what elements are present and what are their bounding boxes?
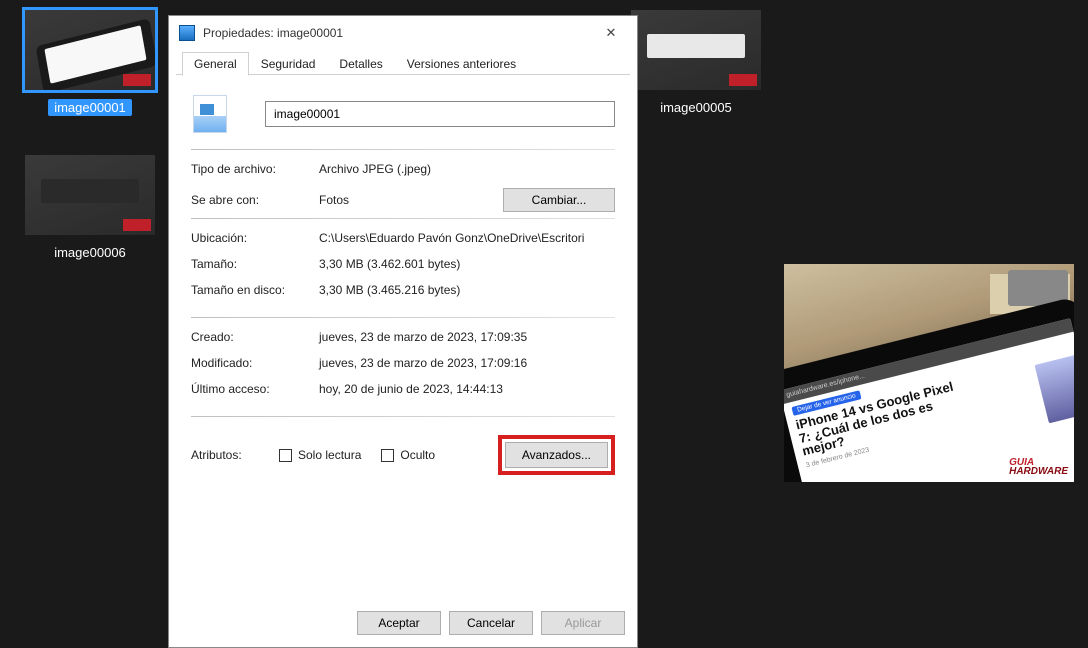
filetype-label: Tipo de archivo: bbox=[191, 162, 319, 176]
checkbox-icon bbox=[381, 449, 394, 462]
filename-input[interactable] bbox=[265, 101, 615, 127]
dialog-footer: Aceptar Cancelar Aplicar bbox=[169, 601, 637, 647]
size-value: 3,30 MB (3.462.601 bytes) bbox=[319, 257, 615, 271]
sizedisk-value: 3,30 MB (3.465.216 bytes) bbox=[319, 283, 615, 297]
thumb-label: image00001 bbox=[48, 99, 132, 116]
file-type-icon bbox=[193, 95, 227, 133]
tab-previous-versions[interactable]: Versiones anteriores bbox=[395, 52, 528, 75]
logo-badge bbox=[123, 219, 151, 231]
accessed-value: hoy, 20 de junio de 2023, 14:44:13 bbox=[319, 382, 615, 396]
separator bbox=[191, 317, 615, 318]
separator bbox=[191, 149, 615, 150]
apply-button[interactable]: Aplicar bbox=[541, 611, 625, 635]
separator bbox=[191, 416, 615, 417]
image-file-icon bbox=[179, 25, 195, 41]
desktop-thumb-image00006[interactable]: image00006 bbox=[20, 155, 160, 260]
separator bbox=[191, 218, 615, 219]
readonly-checkbox[interactable]: Solo lectura bbox=[279, 448, 361, 462]
openswith-value: Fotos bbox=[319, 193, 503, 207]
location-label: Ubicación: bbox=[191, 231, 319, 245]
preview-image: guiahardware.es/iphone... Dejar de ver a… bbox=[784, 264, 1074, 482]
preview-article-image bbox=[1035, 353, 1074, 423]
thumb-image bbox=[631, 10, 761, 90]
created-value: jueves, 23 de marzo de 2023, 17:09:35 bbox=[319, 330, 615, 344]
thumb-label: image00005 bbox=[660, 100, 732, 115]
filetype-value: Archivo JPEG (.jpeg) bbox=[319, 162, 615, 176]
checkbox-icon bbox=[279, 449, 292, 462]
advanced-button[interactable]: Avanzados... bbox=[505, 442, 608, 468]
tab-details[interactable]: Detalles bbox=[327, 52, 394, 75]
size-label: Tamaño: bbox=[191, 257, 319, 271]
tab-general[interactable]: General bbox=[182, 52, 249, 76]
ok-button[interactable]: Aceptar bbox=[357, 611, 441, 635]
logo-badge bbox=[729, 74, 757, 86]
readonly-label: Solo lectura bbox=[298, 448, 361, 462]
desktop-thumb-image00005[interactable]: image00005 bbox=[626, 10, 766, 115]
tab-strip: General Seguridad Detalles Versiones ant… bbox=[169, 50, 637, 75]
hidden-label: Oculto bbox=[400, 448, 435, 462]
cancel-button[interactable]: Cancelar bbox=[449, 611, 533, 635]
thumb-image bbox=[25, 155, 155, 235]
sizedisk-label: Tamaño en disco: bbox=[191, 283, 319, 297]
tab-content: Tipo de archivo: Archivo JPEG (.jpeg) Se… bbox=[169, 75, 637, 601]
attributes-label: Atributos: bbox=[191, 448, 279, 462]
openswith-label: Se abre con: bbox=[191, 193, 319, 207]
modified-label: Modificado: bbox=[191, 356, 319, 370]
hidden-checkbox[interactable]: Oculto bbox=[381, 448, 435, 462]
tab-security[interactable]: Seguridad bbox=[249, 52, 328, 75]
preview-logo-line2: HARDWARE bbox=[1009, 466, 1068, 477]
dialog-title: Propiedades: image00001 bbox=[203, 26, 343, 40]
advanced-highlight: Avanzados... bbox=[498, 435, 615, 475]
thumb-label: image00006 bbox=[54, 245, 126, 260]
preview-logo: GUIA HARDWARE bbox=[1009, 458, 1068, 476]
desktop-thumb-image00001[interactable]: image00001 bbox=[20, 10, 160, 115]
titlebar[interactable]: Propiedades: image00001 ✕ bbox=[169, 16, 637, 50]
accessed-label: Último acceso: bbox=[191, 382, 319, 396]
logo-badge bbox=[123, 74, 151, 86]
modified-value: jueves, 23 de marzo de 2023, 17:09:16 bbox=[319, 356, 615, 370]
properties-dialog: Propiedades: image00001 ✕ General Seguri… bbox=[168, 15, 638, 648]
location-value: C:\Users\Eduardo Pavón Gonz\OneDrive\Esc… bbox=[319, 231, 615, 245]
close-button[interactable]: ✕ bbox=[595, 21, 627, 45]
change-app-button[interactable]: Cambiar... bbox=[503, 188, 615, 212]
thumb-image bbox=[25, 10, 155, 90]
created-label: Creado: bbox=[191, 330, 319, 344]
